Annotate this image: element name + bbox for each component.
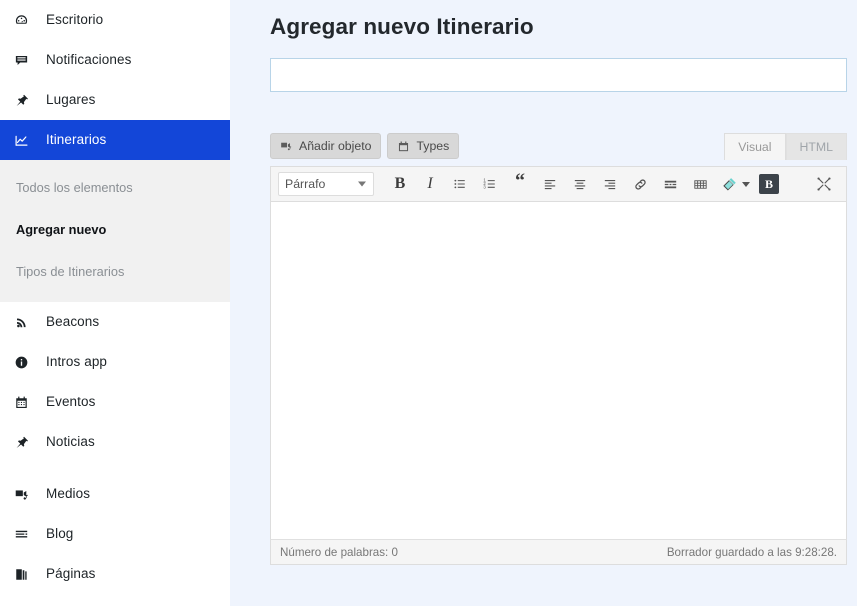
tab-html-label: HTML	[799, 140, 833, 154]
sidebar-item-itinerarios[interactable]: Itinerarios	[0, 120, 230, 160]
tab-visual-label: Visual	[738, 140, 772, 154]
post-editor: Añadir objeto Types Visual HTML Párrafo …	[270, 133, 847, 565]
editor-content-area[interactable]	[270, 202, 847, 540]
svg-text:3: 3	[483, 185, 486, 190]
tab-html[interactable]: HTML	[785, 133, 847, 160]
sidebar-item-noticias[interactable]: Noticias	[0, 422, 230, 462]
post-title-input[interactable]	[270, 58, 847, 92]
pushpin-icon	[14, 435, 36, 450]
draft-saved-label: Borrador guardado a las 9:28:28.	[666, 545, 837, 559]
tab-visual[interactable]: Visual	[724, 133, 786, 160]
sidebar-subitem-agregar-nuevo[interactable]: Agregar nuevo	[0, 208, 230, 250]
toolbar-toggle-button[interactable]	[715, 170, 745, 198]
align-left-button[interactable]	[535, 170, 565, 198]
dashboard-gauge-icon	[14, 13, 36, 28]
italic-button[interactable]: I	[415, 170, 445, 198]
sidebar-item-label: Notificaciones	[46, 52, 132, 68]
editor-toolbar: Párrafo B I 1 2 3 “ B	[270, 166, 847, 202]
info-circle-icon	[14, 355, 36, 370]
sidebar-item-eventos[interactable]: Eventos	[0, 382, 230, 422]
sidebar-item-label: Intros app	[46, 354, 108, 370]
sidebar-subitem-label: Tipos de Itinerarios	[16, 263, 125, 279]
sidebar-item-lugares[interactable]: Lugares	[0, 80, 230, 120]
word-count-label: Número de palabras: 0	[280, 545, 398, 559]
sidebar-item-medios[interactable]: Medios	[0, 474, 230, 514]
admin-page: Escritorio Notificaciones Lugares Itiner…	[0, 0, 857, 606]
sidebar-item-blog[interactable]: Blog	[0, 514, 230, 554]
sidebar-item-label: Eventos	[46, 394, 96, 410]
insert-link-button[interactable]	[625, 170, 655, 198]
bullet-list-button[interactable]	[445, 170, 475, 198]
align-center-button[interactable]	[565, 170, 595, 198]
fullscreen-button[interactable]	[809, 170, 839, 198]
calendar-icon	[14, 395, 36, 410]
sidebar-menu-core: Medios Blog Páginas	[0, 474, 230, 594]
align-right-button[interactable]	[595, 170, 625, 198]
sidebar-item-label: Beacons	[46, 314, 100, 330]
sidebar-item-label: Páginas	[46, 566, 96, 582]
sidebar-item-paginas[interactable]: Páginas	[0, 554, 230, 594]
sidebar-item-label: Medios	[46, 486, 91, 502]
sidebar-item-escritorio[interactable]: Escritorio	[0, 0, 230, 40]
sidebar-subitem-tipos-de-itinerarios[interactable]: Tipos de Itinerarios	[0, 250, 230, 292]
block-format-button[interactable]: B	[754, 170, 784, 198]
chevron-down-icon	[358, 181, 366, 187]
sidebar-item-label: Blog	[46, 526, 74, 542]
bold-button[interactable]: B	[385, 170, 415, 198]
types-button[interactable]: Types	[387, 133, 460, 159]
sidebar-submenu-itinerarios: Todos los elementos Agregar nuevo Tipos …	[0, 160, 230, 302]
format-select-value: Párrafo	[285, 177, 326, 191]
sidebar-menu-top: Escritorio Notificaciones Lugares Itiner…	[0, 0, 230, 160]
read-more-button[interactable]	[655, 170, 685, 198]
page-title: Agregar nuevo Itinerario	[270, 14, 534, 39]
block-format-glyph: B	[759, 174, 779, 194]
sidebar-subitem-label: Todos los elementos	[16, 179, 133, 195]
sidebar-item-label: Escritorio	[46, 12, 104, 28]
add-media-button[interactable]: Añadir objeto	[270, 133, 382, 159]
rss-signal-icon	[14, 315, 36, 330]
pushpin-icon	[14, 93, 36, 108]
numbered-list-button[interactable]: 1 2 3	[475, 170, 505, 198]
types-label: Types	[416, 139, 450, 153]
sidebar-item-label: Noticias	[46, 434, 95, 450]
insert-table-button[interactable]	[685, 170, 715, 198]
sidebar-item-label: Lugares	[46, 92, 96, 108]
media-camera-icon	[14, 487, 36, 502]
editor-status-bar: Número de palabras: 0 Borrador guardado …	[270, 540, 847, 565]
comment-bubble-icon	[14, 53, 36, 68]
toolbar-toggle-caret-icon[interactable]	[742, 181, 750, 187]
admin-sidebar: Escritorio Notificaciones Lugares Itiner…	[0, 0, 230, 606]
sidebar-subitem-label: Agregar nuevo	[16, 221, 107, 237]
sidebar-subitem-todos-los-elementos[interactable]: Todos los elementos	[0, 166, 230, 208]
pages-stack-icon	[14, 567, 36, 582]
format-select[interactable]: Párrafo	[278, 172, 374, 196]
blockquote-button[interactable]: “	[505, 170, 535, 198]
sidebar-item-intros-app[interactable]: Intros app	[0, 342, 230, 382]
types-calendar-icon	[397, 140, 410, 153]
sidebar-divider	[0, 462, 230, 474]
add-media-icon	[280, 140, 293, 153]
editor-mode-tabs: Visual HTML	[724, 133, 847, 160]
sidebar-item-label: Itinerarios	[46, 132, 107, 148]
sidebar-item-beacons[interactable]: Beacons	[0, 302, 230, 342]
main-content: Agregar nuevo Itinerario Añadir objeto T…	[230, 0, 857, 606]
chart-line-icon	[14, 133, 36, 148]
sidebar-menu-custom: Beacons Intros app Eventos Noticias	[0, 302, 230, 462]
post-lines-icon	[14, 527, 36, 542]
add-media-label: Añadir objeto	[299, 139, 372, 153]
sidebar-item-notificaciones[interactable]: Notificaciones	[0, 40, 230, 80]
